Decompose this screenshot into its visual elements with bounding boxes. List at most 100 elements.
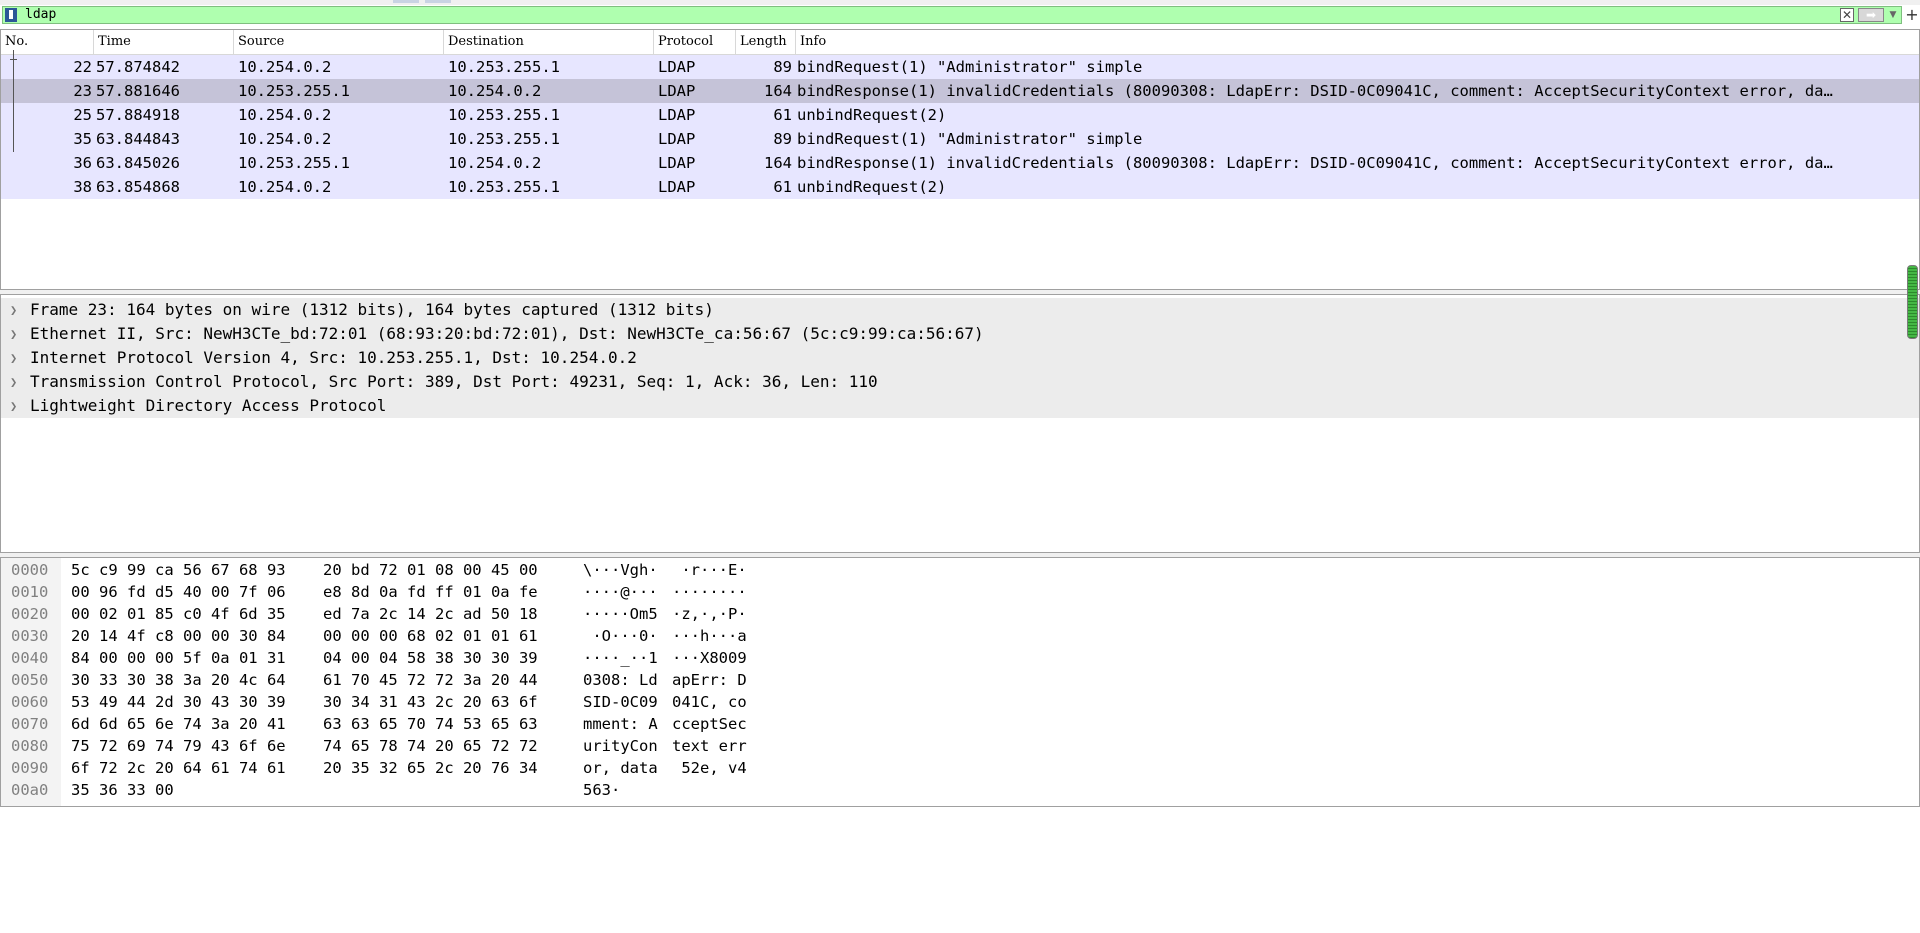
column-header-protocol[interactable]: Protocol bbox=[654, 30, 736, 54]
packet-bytes[interactable]: 0000 5c c9 99 ca 56 67 68 93 20 bd 72 01… bbox=[0, 557, 1920, 807]
bytes-line[interactable]: 0030 20 14 4f c8 00 00 30 84 00 00 00 68… bbox=[1, 625, 1919, 647]
hex-bytes[interactable]: 20 35 32 65 2c 20 76 34 bbox=[323, 757, 538, 779]
ascii-bytes[interactable]: ···h···a bbox=[672, 625, 747, 647]
ascii-bytes[interactable]: ·O···0· bbox=[583, 625, 657, 647]
ascii-bytes[interactable]: ········ bbox=[672, 581, 747, 603]
ascii-bytes[interactable]: 041C, co bbox=[672, 691, 747, 713]
conversation-bracket-tick bbox=[10, 59, 17, 60]
chevron-right-icon[interactable]: ❯ bbox=[10, 346, 22, 370]
ascii-bytes[interactable]: ····_··1 bbox=[583, 647, 658, 669]
packet-protocol: LDAP bbox=[658, 130, 696, 148]
bytes-line[interactable]: 0010 00 96 fd d5 40 00 7f 06 e8 8d 0a fd… bbox=[1, 581, 1919, 603]
bookmark-icon[interactable] bbox=[5, 8, 17, 22]
bytes-line[interactable]: 0040 84 00 00 00 5f 0a 01 31 04 00 04 58… bbox=[1, 647, 1919, 669]
hex-bytes[interactable]: 63 63 65 70 74 53 65 63 bbox=[323, 713, 538, 735]
intelligent-scrollbar-thumb[interactable] bbox=[1907, 265, 1918, 339]
packet-row[interactable]: 22 57.874842 10.254.0.2 10.253.255.1 LDA… bbox=[1, 55, 1919, 79]
packet-no: 35 bbox=[73, 130, 92, 148]
ascii-bytes[interactable]: urityCon bbox=[583, 735, 658, 757]
hex-bytes[interactable]: 00 02 01 85 c0 4f 6d 35 bbox=[71, 603, 286, 625]
ascii-bytes[interactable]: 563· bbox=[583, 779, 620, 801]
ascii-bytes[interactable]: ·····Om5 bbox=[583, 603, 658, 625]
tree-item-tcp[interactable]: ❯ Transmission Control Protocol, Src Por… bbox=[1, 370, 1919, 394]
bytes-line[interactable]: 00a0 35 36 33 00 563· bbox=[1, 779, 1919, 801]
apply-arrow-icon[interactable]: ➡ bbox=[1858, 8, 1884, 22]
hex-bytes[interactable]: 00 00 00 68 02 01 01 61 bbox=[323, 625, 538, 647]
column-header-source[interactable]: Source bbox=[234, 30, 444, 54]
hex-bytes[interactable]: ed 7a 2c 14 2c ad 50 18 bbox=[323, 603, 538, 625]
packet-row[interactable]: 25 57.884918 10.254.0.2 10.253.255.1 LDA… bbox=[1, 103, 1919, 127]
chevron-right-icon[interactable]: ❯ bbox=[10, 322, 22, 346]
ascii-bytes[interactable]: 0308: Ld bbox=[583, 669, 658, 691]
hex-bytes[interactable]: 74 65 78 74 20 65 72 72 bbox=[323, 735, 538, 757]
bytes-line[interactable]: 0000 5c c9 99 ca 56 67 68 93 20 bd 72 01… bbox=[1, 559, 1919, 581]
ascii-bytes[interactable]: mment: A bbox=[583, 713, 658, 735]
hex-bytes[interactable]: 20 14 4f c8 00 00 30 84 bbox=[71, 625, 286, 647]
ascii-bytes[interactable]: or, data bbox=[583, 757, 658, 779]
bytes-line[interactable]: 0070 6d 6d 65 6e 74 3a 20 41 63 63 65 70… bbox=[1, 713, 1919, 735]
hex-bytes[interactable]: 84 00 00 00 5f 0a 01 31 bbox=[71, 647, 286, 669]
ascii-bytes[interactable]: apErr: D bbox=[672, 669, 747, 691]
tree-item-label: Ethernet II, Src: NewH3CTe_bd:72:01 (68:… bbox=[30, 324, 984, 343]
tree-item-ethernet[interactable]: ❯ Ethernet II, Src: NewH3CTe_bd:72:01 (6… bbox=[1, 322, 1919, 346]
packet-list[interactable]: No. Time Source Destination Protocol Len… bbox=[0, 29, 1920, 290]
hex-bytes[interactable]: 30 34 31 43 2c 20 63 6f bbox=[323, 691, 538, 713]
toolbar-tab[interactable] bbox=[393, 0, 419, 3]
ascii-bytes[interactable]: ····@··· bbox=[583, 581, 658, 603]
byte-offset: 0060 bbox=[11, 693, 49, 711]
tree-item-frame[interactable]: ❯ Frame 23: 164 bytes on wire (1312 bits… bbox=[1, 298, 1919, 322]
hex-bytes[interactable]: 00 96 fd d5 40 00 7f 06 bbox=[71, 581, 286, 603]
packet-length: 61 bbox=[773, 178, 792, 196]
packet-row-selected[interactable]: 23 57.881646 10.253.255.1 10.254.0.2 LDA… bbox=[1, 79, 1919, 103]
clear-icon[interactable]: ✕ bbox=[1840, 8, 1854, 22]
conversation-bracket bbox=[13, 50, 14, 152]
hex-bytes[interactable]: e8 8d 0a fd ff 01 0a fe bbox=[323, 581, 538, 603]
bytes-line[interactable]: 0050 30 33 30 38 3a 20 4c 64 61 70 45 72… bbox=[1, 669, 1919, 691]
plus-icon[interactable]: + bbox=[1905, 6, 1919, 24]
hex-bytes[interactable]: 6d 6d 65 6e 74 3a 20 41 bbox=[71, 713, 286, 735]
packet-row[interactable]: 36 63.845026 10.253.255.1 10.254.0.2 LDA… bbox=[1, 151, 1919, 175]
chevron-down-icon[interactable]: ▼ bbox=[1887, 8, 1899, 22]
packet-list-header: No. Time Source Destination Protocol Len… bbox=[1, 30, 1919, 55]
column-header-destination[interactable]: Destination bbox=[444, 30, 654, 54]
chevron-right-icon[interactable]: ❯ bbox=[10, 370, 22, 394]
hex-bytes[interactable]: 35 36 33 00 bbox=[71, 779, 174, 801]
tree-item-ipv4[interactable]: ❯ Internet Protocol Version 4, Src: 10.2… bbox=[1, 346, 1919, 370]
packet-source: 10.254.0.2 bbox=[238, 178, 332, 196]
ascii-bytes[interactable]: ···X8009 bbox=[672, 647, 747, 669]
packet-details[interactable]: ❯ Frame 23: 164 bytes on wire (1312 bits… bbox=[0, 294, 1920, 553]
column-header-length[interactable]: Length bbox=[736, 30, 796, 54]
column-header-time[interactable]: Time bbox=[94, 30, 234, 54]
hex-bytes[interactable]: 30 33 30 38 3a 20 4c 64 bbox=[71, 669, 286, 691]
hex-bytes[interactable]: 75 72 69 74 79 43 6f 6e bbox=[71, 735, 286, 757]
packet-row[interactable]: 35 63.844843 10.254.0.2 10.253.255.1 LDA… bbox=[1, 127, 1919, 151]
tree-item-ldap[interactable]: ❯ Lightweight Directory Access Protocol bbox=[1, 394, 1919, 418]
column-header-info[interactable]: Info bbox=[796, 30, 1919, 54]
chevron-right-icon[interactable]: ❯ bbox=[10, 298, 22, 322]
hex-bytes[interactable]: 5c c9 99 ca 56 67 68 93 bbox=[71, 559, 286, 581]
packet-no: 36 bbox=[73, 154, 92, 172]
ascii-bytes[interactable]: text err bbox=[672, 735, 747, 757]
packet-row[interactable]: 38 63.854868 10.254.0.2 10.253.255.1 LDA… bbox=[1, 175, 1919, 199]
bytes-line[interactable]: 0080 75 72 69 74 79 43 6f 6e 74 65 78 74… bbox=[1, 735, 1919, 757]
hex-bytes[interactable]: 20 bd 72 01 08 00 45 00 bbox=[323, 559, 538, 581]
display-filter-input[interactable] bbox=[25, 7, 1825, 23]
ascii-bytes[interactable]: \···Vgh· bbox=[583, 559, 658, 581]
bytes-line[interactable]: 0090 6f 72 2c 20 64 61 74 61 20 35 32 65… bbox=[1, 757, 1919, 779]
hex-bytes[interactable]: 61 70 45 72 72 3a 20 44 bbox=[323, 669, 538, 691]
bytes-line[interactable]: 0060 53 49 44 2d 30 43 30 39 30 34 31 43… bbox=[1, 691, 1919, 713]
ascii-bytes[interactable]: 52e, v4 bbox=[672, 757, 746, 779]
hex-bytes[interactable]: 53 49 44 2d 30 43 30 39 bbox=[71, 691, 286, 713]
hex-bytes[interactable]: 04 00 04 58 38 30 30 39 bbox=[323, 647, 538, 669]
ascii-bytes[interactable]: SID-0C09 bbox=[583, 691, 658, 713]
tree-item-label: Lightweight Directory Access Protocol bbox=[30, 396, 387, 415]
ascii-bytes[interactable]: ·r···E· bbox=[672, 559, 746, 581]
column-header-no[interactable]: No. bbox=[1, 30, 94, 54]
toolbar-tab[interactable] bbox=[425, 0, 451, 3]
ascii-bytes[interactable]: cceptSec bbox=[672, 713, 747, 735]
chevron-right-icon[interactable]: ❯ bbox=[10, 394, 22, 418]
ascii-bytes[interactable]: ·z,·,·P· bbox=[672, 603, 747, 625]
hex-bytes[interactable]: 6f 72 2c 20 64 61 74 61 bbox=[71, 757, 286, 779]
display-filter-bar: ✕ ➡ ▼ bbox=[2, 6, 1902, 24]
bytes-line[interactable]: 0020 00 02 01 85 c0 4f 6d 35 ed 7a 2c 14… bbox=[1, 603, 1919, 625]
